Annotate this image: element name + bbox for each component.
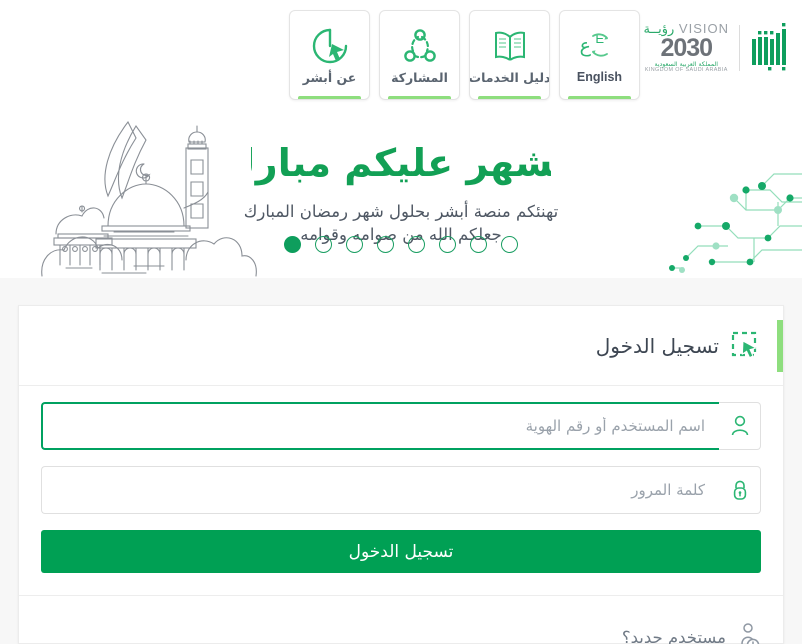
nav-card-label: المشاركة bbox=[391, 69, 448, 85]
password-input[interactable] bbox=[41, 466, 719, 514]
carousel-dot[interactable] bbox=[315, 236, 332, 253]
hero-banner: عن أبشر المشاركة دليل الخدمات ع E Englis… bbox=[0, 0, 802, 278]
select-cursor-icon bbox=[731, 331, 758, 358]
lock-icon bbox=[719, 466, 761, 514]
vision-kingdom-en: KINGDOM OF SAUDI ARABIA bbox=[644, 67, 728, 74]
password-field-row bbox=[41, 466, 761, 514]
vision-year: 2030 bbox=[660, 34, 713, 62]
login-card: تسجيل الدخول اسم المستخدم أو رقم الهوية … bbox=[18, 305, 784, 644]
services-guide-book-icon bbox=[494, 31, 525, 61]
new-user-link[interactable]: مستخدم جديد؟ bbox=[622, 628, 726, 644]
svg-text:ع: ع bbox=[580, 35, 592, 57]
nav-card-language-english[interactable]: ع E English bbox=[559, 10, 640, 100]
user-icon bbox=[719, 402, 761, 450]
language-toggle-icon: ع E bbox=[580, 31, 608, 57]
username-field-row bbox=[41, 402, 761, 450]
login-title: تسجيل الدخول bbox=[595, 333, 719, 358]
nav-card-share[interactable]: المشاركة bbox=[379, 10, 460, 100]
share-network-icon bbox=[403, 28, 436, 62]
nav-card-services-guide[interactable]: دليل الخدمات bbox=[469, 10, 550, 100]
username-input[interactable] bbox=[41, 402, 719, 450]
carousel-dot[interactable] bbox=[408, 236, 425, 253]
nav-card-about-absher[interactable]: عن أبشر bbox=[289, 10, 370, 100]
top-nav: عن أبشر المشاركة دليل الخدمات ع E Englis… bbox=[289, 10, 640, 100]
carousel-dot[interactable] bbox=[377, 236, 394, 253]
login-submit-button[interactable]: تسجيل الدخول bbox=[41, 530, 761, 573]
greeting-calligraphy-text: الشهر عليكم مبارك bbox=[251, 141, 551, 186]
carousel-dots bbox=[0, 236, 802, 253]
ramadan-greeting: الشهر عليكم مبارك تهنئكم منصة أبشر بحلول… bbox=[0, 134, 802, 244]
page-root: عن أبشر المشاركة دليل الخدمات ع E Englis… bbox=[0, 0, 802, 644]
nav-card-label: عن أبشر bbox=[302, 69, 357, 85]
about-absher-icon bbox=[312, 28, 347, 63]
nav-card-label: دليل الخدمات bbox=[469, 69, 550, 85]
login-form: تسجيل الدخول bbox=[19, 386, 783, 573]
login-header: تسجيل الدخول bbox=[19, 306, 783, 386]
nav-card-label: English bbox=[576, 70, 623, 84]
add-user-icon bbox=[741, 623, 760, 644]
svg-text:E: E bbox=[595, 31, 604, 46]
greeting-line-1: تهنئكم منصة أبشر بحلول شهر رمضان المبارك bbox=[243, 202, 559, 221]
greeting-calligraphy: الشهر عليكم مبارك bbox=[251, 141, 551, 186]
carousel-dot[interactable] bbox=[501, 236, 518, 253]
carousel-dot[interactable] bbox=[439, 236, 456, 253]
vision-2030-logo: VISION رؤيــة 2030 المملكة العربية السعو… bbox=[644, 22, 729, 74]
carousel-dot[interactable] bbox=[346, 236, 363, 253]
logo-divider bbox=[739, 24, 740, 71]
carousel-dot[interactable] bbox=[470, 236, 487, 253]
absher-logo[interactable] bbox=[750, 22, 790, 73]
new-user-section: مستخدم جديد؟ bbox=[19, 595, 783, 644]
carousel-dot-active[interactable] bbox=[284, 236, 301, 253]
brand-logos: VISION رؤيــة 2030 المملكة العربية السعو… bbox=[644, 22, 790, 74]
